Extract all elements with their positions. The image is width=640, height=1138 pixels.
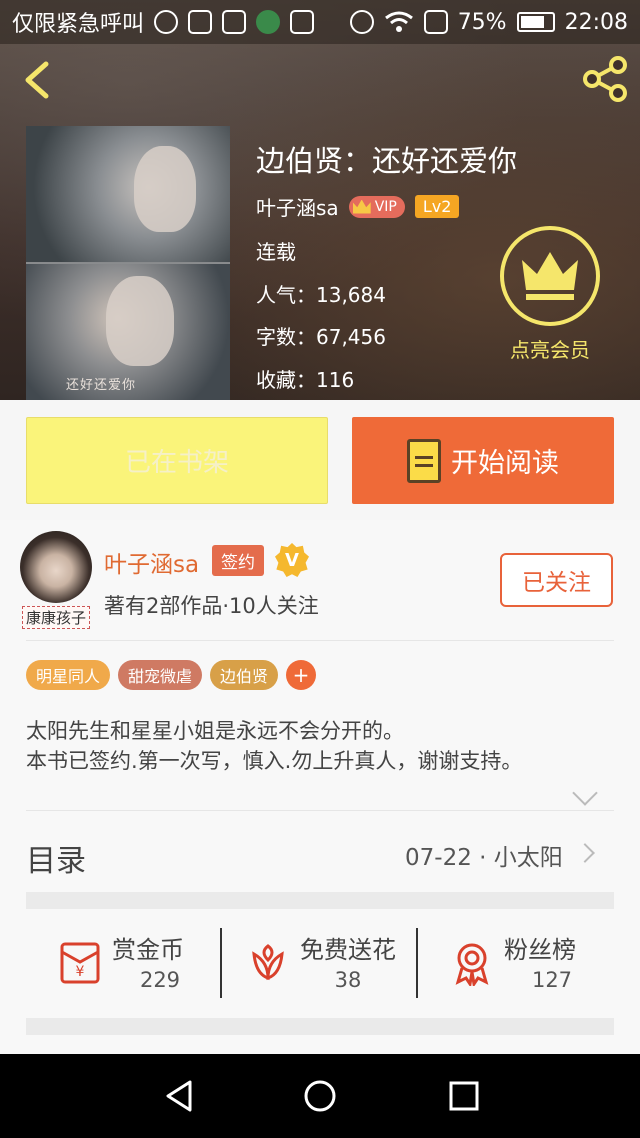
notification-text: 仅限紧急呼叫: [12, 12, 145, 37]
book-cover[interactable]: 还好还爱你: [26, 126, 230, 400]
stat-separator: [220, 928, 222, 998]
back-triangle-icon[interactable]: [160, 1076, 200, 1116]
cover-face-bottom: [106, 276, 174, 366]
toc-label[interactable]: 目录: [26, 836, 86, 880]
recents-square-icon[interactable]: [444, 1076, 484, 1116]
cover-photo-top: [26, 126, 230, 262]
stat-value: 229: [139, 968, 181, 992]
status-bar: 仅限紧急呼叫 75% 22:08: [0, 0, 640, 44]
level-badge: Lv2: [414, 195, 460, 218]
avatar-tag: 康康孩子: [22, 606, 91, 629]
tag-list: 明星同人 甜宠微虐 边伯贤 +: [26, 660, 317, 690]
book-favorites: 收藏：116: [256, 368, 355, 392]
image-icon: [188, 10, 213, 34]
book-icon: [407, 438, 441, 483]
book-word-count: 字数：67,456: [256, 325, 386, 349]
send-flower-button[interactable]: 免费送花 38: [244, 930, 404, 1000]
stat-separator: [416, 928, 418, 998]
book-title: 边伯贤：还好还爱你: [256, 144, 518, 178]
sim-icon: [423, 10, 448, 34]
signed-badge: 签约: [212, 545, 264, 576]
stat-value: 38: [334, 968, 362, 992]
battery-icon: [516, 12, 555, 32]
medal-icon: [455, 943, 489, 986]
start-reading-button[interactable]: 开始阅读: [352, 417, 614, 504]
stat-label: 赏金币: [112, 936, 184, 964]
android-icon: [290, 10, 315, 34]
description-line: 太阳先生和星星小姐是永远不会分开的。: [26, 719, 404, 743]
home-circle-icon[interactable]: [300, 1076, 340, 1116]
divider: [26, 640, 614, 641]
member-button[interactable]: [500, 226, 600, 326]
battery-percent: 75%: [457, 9, 507, 35]
divider: [26, 810, 614, 811]
stat-value: 127: [531, 968, 573, 992]
small-crown-icon: [352, 199, 371, 214]
app-icon: [256, 10, 281, 34]
section-gap: [26, 892, 614, 909]
follow-button[interactable]: 已关注: [500, 553, 613, 607]
stat-label: 粉丝榜: [504, 936, 576, 964]
bell-icon: [222, 10, 247, 34]
add-tag-button[interactable]: +: [286, 660, 317, 690]
latest-chapter[interactable]: 07-22 · 小太阳: [405, 838, 563, 872]
chevron-left-icon[interactable]: [18, 58, 58, 102]
cover-face-top: [134, 146, 196, 232]
follow-label: 已关注: [522, 570, 591, 596]
stat-label: 免费送花: [300, 936, 396, 964]
author-name[interactable]: 叶子涵sa: [104, 545, 199, 579]
tag-item[interactable]: 明星同人: [26, 660, 111, 690]
author-stats: 著有2部作品·10人关注: [104, 594, 319, 618]
red-envelope-icon: ¥: [60, 942, 100, 984]
fan-ranking-button[interactable]: 粉丝榜 127: [448, 930, 598, 1000]
location-icon: [154, 10, 179, 34]
avatar[interactable]: [20, 531, 92, 603]
book-author[interactable]: 叶子涵sa: [256, 192, 339, 221]
reward-coins-button[interactable]: ¥ 赏金币 229: [56, 930, 206, 1000]
book-author-row: 叶子涵sa VIP Lv2: [256, 192, 460, 221]
share-icon[interactable]: [580, 56, 630, 102]
shelf-button-label: 已在书架: [124, 448, 229, 478]
clock: 22:08: [564, 9, 628, 35]
shelf-button[interactable]: 已在书架: [26, 417, 328, 504]
svg-text:¥: ¥: [76, 964, 85, 980]
vip-label: VIP: [374, 198, 397, 215]
start-reading-label: 开始阅读: [451, 448, 559, 479]
book-status: 连载: [256, 240, 296, 264]
cover-caption: 还好还爱你: [66, 378, 137, 393]
tag-item[interactable]: 甜宠微虐: [118, 660, 203, 690]
section-gap: [26, 1018, 614, 1035]
book-description[interactable]: 太阳先生和星星小姐是永远不会分开的。 本书已签约.第一次写，慎入.勿上升真人，谢…: [26, 716, 522, 776]
book-popularity: 人气：13,684: [256, 283, 386, 307]
wifi-icon: [384, 11, 413, 32]
alarm-icon: [349, 10, 374, 34]
member-label[interactable]: 点亮会员: [490, 334, 610, 363]
tag-item[interactable]: 边伯贤: [210, 660, 279, 690]
description-line: 本书已签约.第一次写，慎入.勿上升真人，谢谢支持。: [26, 749, 523, 773]
flower-icon: [252, 944, 284, 981]
crown-icon: [522, 252, 578, 300]
vip-badge: VIP: [348, 195, 405, 218]
